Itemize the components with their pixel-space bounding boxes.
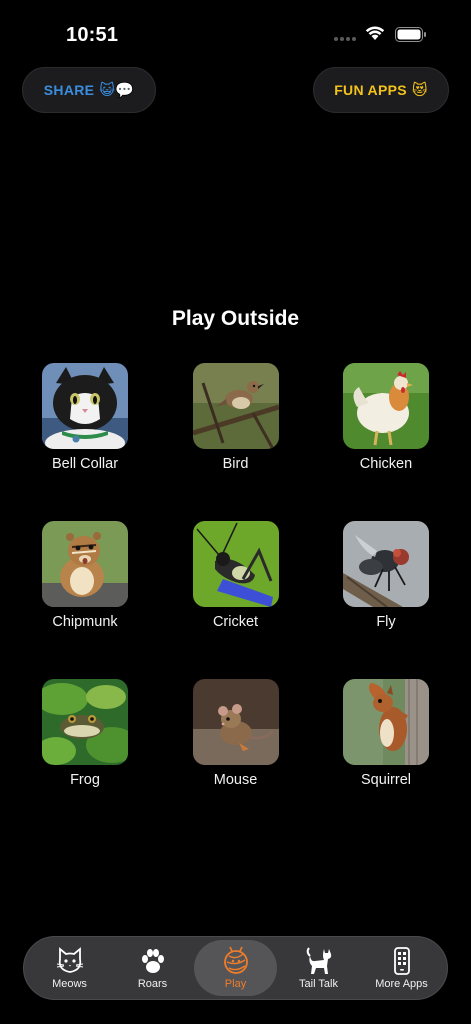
tab-label: Play [224, 978, 247, 990]
tile-chicken[interactable]: Chicken [321, 363, 451, 521]
tile-label: Frog [70, 772, 100, 788]
tile-label: Fly [376, 614, 396, 630]
tile-label: Bird [222, 456, 249, 472]
share-emoji-icon: 😺💬 [99, 82, 135, 99]
paw-print-icon [137, 946, 169, 976]
phone-apps-icon [386, 946, 418, 976]
tile-bell-collar[interactable]: Bell Collar [20, 363, 150, 521]
status-time: 10:51 [66, 24, 119, 46]
cat-photo [42, 363, 128, 449]
tab-label: More Apps [375, 978, 428, 990]
fly-photo [343, 521, 429, 607]
status-bar: 10:51 [0, 0, 471, 60]
squirrel-photo [343, 679, 429, 765]
tile-cricket[interactable]: Cricket [171, 521, 301, 679]
tile-chipmunk[interactable]: Chipmunk [20, 521, 150, 679]
tile-squirrel[interactable]: Squirrel [321, 679, 451, 837]
share-label: SHARE [43, 82, 95, 98]
battery-icon [395, 27, 426, 42]
wifi-icon [365, 26, 385, 40]
cat-silhouette-icon [303, 946, 335, 976]
mouse-photo [192, 679, 279, 765]
frog-photo [42, 679, 128, 765]
tab-play[interactable]: Play [194, 940, 277, 996]
tab-roars[interactable]: Roars [111, 940, 194, 996]
chicken-photo [343, 363, 429, 449]
tile-label: Squirrel [361, 772, 411, 788]
tab-meows[interactable]: Meows [28, 940, 111, 996]
chipmunk-photo [42, 521, 128, 607]
tile-fly[interactable]: Fly [321, 521, 451, 679]
tab-label: Meows [52, 978, 87, 990]
cricket-photo [192, 521, 279, 607]
tile-label: Chicken [359, 456, 413, 472]
section-title: Play Outside [171, 307, 300, 330]
fun-apps-emoji-icon: 😻 [411, 82, 428, 99]
tile-bird[interactable]: Bird [171, 363, 301, 521]
tab-bar: Meows Roars Play Tail Talk More Apps [23, 936, 448, 1000]
tab-label: Tail Talk [299, 978, 338, 990]
yarn-ball-icon [220, 946, 252, 976]
tile-frog[interactable]: Frog [20, 679, 150, 837]
tile-label: Chipmunk [52, 614, 118, 630]
sound-grid: Bell Collar Bird Chicken Chipmunk Cricke… [20, 363, 451, 837]
tab-tail-talk[interactable]: Tail Talk [277, 940, 360, 996]
tile-label: Cricket [212, 614, 259, 630]
cat-face-icon [54, 946, 86, 976]
tile-label: Bell Collar [51, 456, 119, 472]
tab-more-apps[interactable]: More Apps [360, 940, 443, 996]
bird-photo [192, 363, 279, 449]
tile-label: Mouse [213, 772, 258, 788]
tile-mouse[interactable]: Mouse [171, 679, 301, 837]
fun-apps-label: FUN APPS [334, 82, 407, 98]
signal-icon [334, 37, 356, 41]
tab-label: Roars [137, 978, 168, 990]
share-button[interactable]: SHARE 😺💬 [22, 67, 156, 113]
fun-apps-button[interactable]: FUN APPS 😻 [313, 67, 449, 113]
